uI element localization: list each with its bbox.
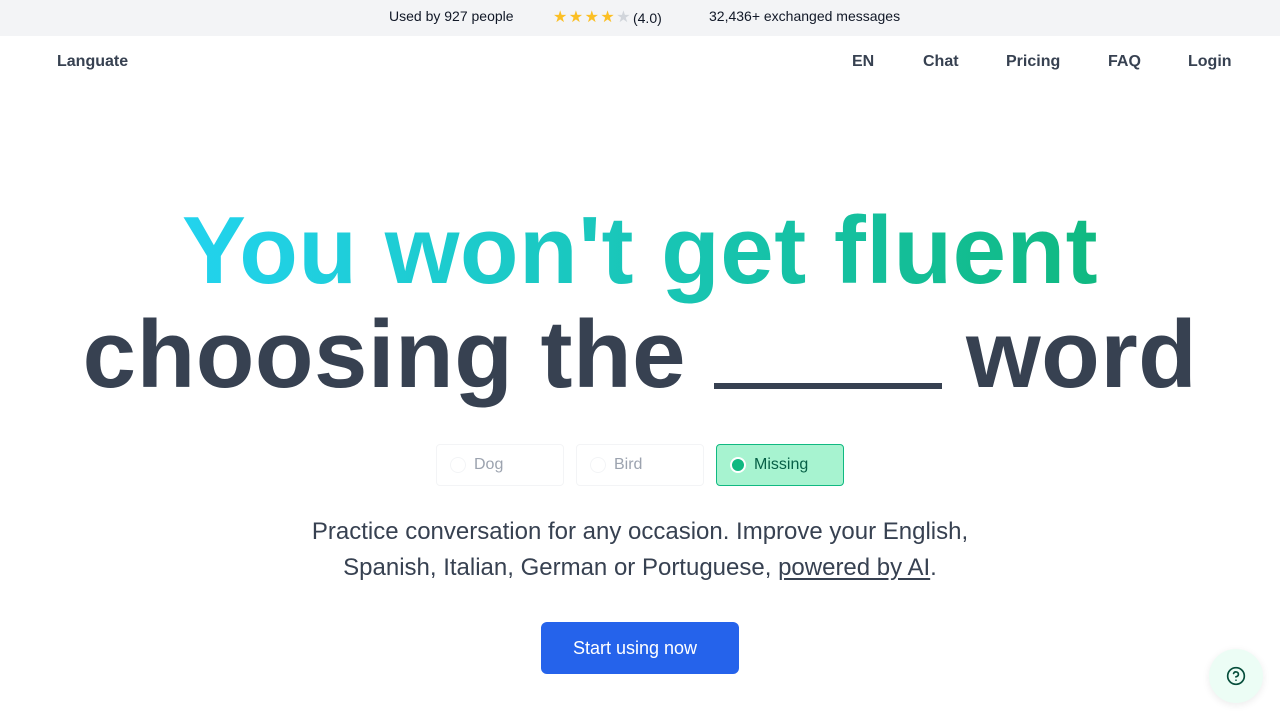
nav-pricing[interactable]: Pricing	[1006, 53, 1060, 71]
users-count: Used by 927 people	[389, 8, 514, 24]
blank-underline	[714, 383, 942, 389]
rating: ★ ★ ★ ★ ★ (4.0)	[553, 0, 662, 36]
headline-gradient-text: You won't get fluent	[181, 197, 1099, 304]
option-missing[interactable]: Missing	[716, 444, 844, 486]
star-icon: ★	[584, 9, 599, 26]
option-dog[interactable]: Dog	[436, 444, 564, 486]
star-icon: ★	[568, 9, 584, 26]
subtitle-end: .	[930, 554, 937, 581]
radio-icon	[450, 457, 466, 473]
start-using-now-button[interactable]: Start using now	[541, 622, 739, 674]
option-label: Bird	[614, 456, 643, 473]
star-icon: ★	[600, 9, 615, 26]
messages-count: 32,436+ exchanged messages	[709, 8, 901, 24]
hero-subtitle: Practice conversation for any occasion. …	[0, 514, 1280, 586]
navbar: Languate EN Chat Pricing FAQ Login	[0, 36, 1280, 90]
nav-login[interactable]: Login	[1188, 53, 1232, 71]
powered-by-ai-link[interactable]: powered by AI	[778, 554, 930, 581]
question-circle-icon	[1226, 666, 1246, 686]
option-bird[interactable]: Bird	[576, 444, 704, 486]
headline-line-1: You won't get fluent	[0, 196, 1280, 306]
star-icon: ★	[553, 9, 568, 26]
brand-logo[interactable]: Languate	[57, 53, 128, 71]
announcement-bar: Used by 927 people ★ ★ ★ ★ ★ (4.0) 32,436+ ex…	[0, 0, 1280, 36]
option-label: Missing	[754, 456, 809, 473]
subtitle-line-1: Practice conversation for any occasion. …	[311, 518, 969, 545]
radio-selected-icon	[730, 457, 746, 473]
headline-after-blank: word	[966, 301, 1198, 408]
word-options: Dog Bird Missing	[436, 444, 844, 486]
rating-value: (4.0)	[632, 9, 662, 26]
headline-line-2: choosing the word	[0, 300, 1280, 410]
nav-language-en[interactable]: EN	[852, 53, 874, 71]
nav-chat[interactable]: Chat	[923, 53, 959, 71]
help-button[interactable]	[1209, 649, 1263, 703]
radio-icon	[590, 457, 606, 473]
option-label: Dog	[474, 456, 504, 473]
subtitle-line-2: Spanish, Italian, German or Portuguese,	[343, 554, 772, 581]
nav-faq[interactable]: FAQ	[1108, 53, 1141, 71]
star-empty-icon: ★	[616, 9, 631, 26]
headline-before-blank: choosing the	[82, 301, 686, 408]
